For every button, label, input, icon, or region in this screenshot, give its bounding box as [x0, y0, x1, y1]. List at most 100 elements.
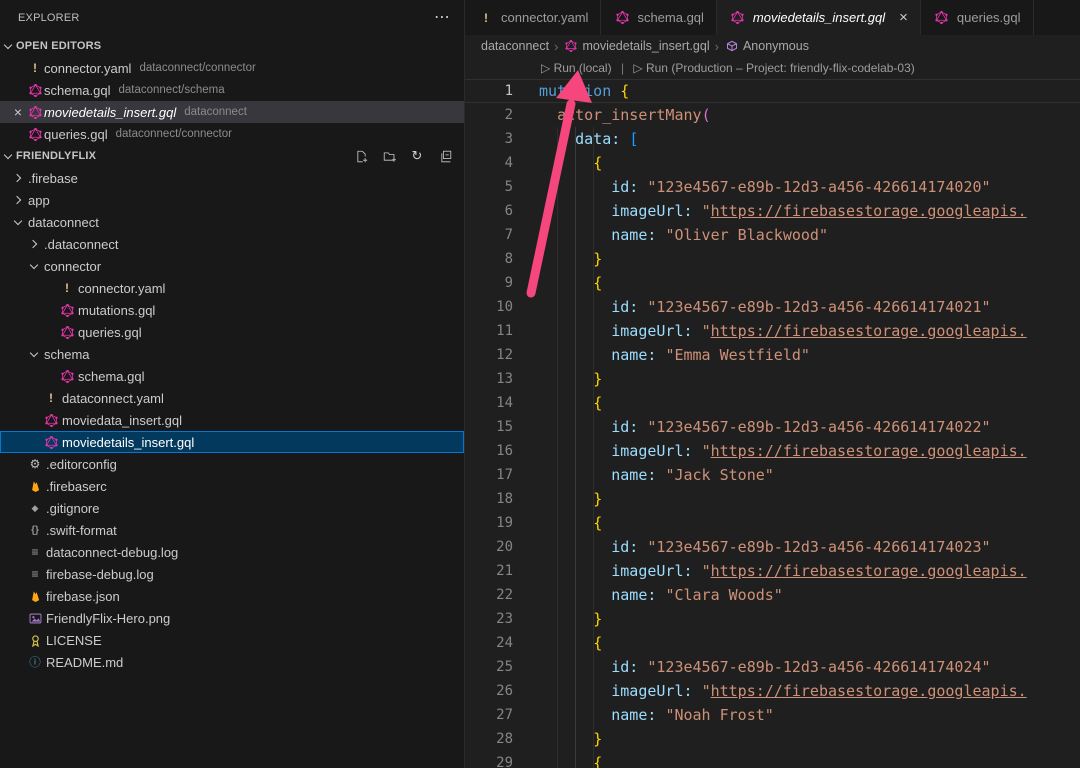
code-line[interactable]: 26 imageUrl: "https://firebasestorage.go…: [465, 679, 1080, 703]
tree-item-moviedata_insert.gql[interactable]: moviedata_insert.gql: [0, 409, 464, 431]
open-editor-item[interactable]: queries.gqldataconnect/connector: [0, 123, 464, 145]
code-line[interactable]: 6 imageUrl: "https://firebasestorage.goo…: [465, 199, 1080, 223]
tree-item-mutations.gql[interactable]: mutations.gql: [0, 299, 464, 321]
code-line[interactable]: 19 {: [465, 511, 1080, 535]
tree-item-label: firebase-debug.log: [46, 567, 154, 582]
code-line[interactable]: 24 {: [465, 631, 1080, 655]
tree-item-.swift-format[interactable]: {}.swift-format: [0, 519, 464, 541]
code-line[interactable]: 28 }: [465, 727, 1080, 751]
close-icon[interactable]: ×: [10, 105, 26, 119]
tree-item-label: app: [28, 193, 50, 208]
more-actions-icon[interactable]: ⋯: [434, 10, 450, 26]
tree-folder-dataconnect[interactable]: dataconnect: [0, 211, 464, 233]
code-line[interactable]: 17 name: "Jack Stone": [465, 463, 1080, 487]
code-line[interactable]: 20 id: "123e4567-e89b-12d3-a456-42661417…: [465, 535, 1080, 559]
code-line[interactable]: 22 name: "Clara Woods": [465, 583, 1080, 607]
code-line[interactable]: 14 {: [465, 391, 1080, 415]
open-editor-item[interactable]: ×moviedetails_insert.gqldataconnect: [0, 101, 464, 123]
tree-folder-.firebase[interactable]: .firebase: [0, 167, 464, 189]
tab-schema.gql[interactable]: schema.gql: [601, 0, 716, 35]
tree-item-dataconnect.yaml[interactable]: !dataconnect.yaml: [0, 387, 464, 409]
tree-item-firebase-debug.log[interactable]: ≡firebase-debug.log: [0, 563, 464, 585]
code-line[interactable]: 5 id: "123e4567-e89b-12d3-a456-426614174…: [465, 175, 1080, 199]
tree-item-LICENSE[interactable]: LICENSE: [0, 629, 464, 651]
run-local-link[interactable]: ▷ Run (local): [541, 61, 612, 75]
code-line[interactable]: 12 name: "Emma Westfield": [465, 343, 1080, 367]
code-line[interactable]: 15 id: "123e4567-e89b-12d3-a456-42661417…: [465, 415, 1080, 439]
tree-item-.firebaserc[interactable]: .firebaserc: [0, 475, 464, 497]
tree-folder-schema[interactable]: schema: [0, 343, 464, 365]
tree-item-README.md[interactable]: ⓘREADME.md: [0, 651, 464, 673]
line-number: 28: [465, 727, 539, 751]
tab-connector.yaml[interactable]: !connector.yaml: [465, 0, 601, 35]
refresh-explorer-button[interactable]: ↻: [408, 148, 426, 164]
tree-item-label: queries.gql: [78, 325, 142, 340]
code-line[interactable]: 16 imageUrl: "https://firebasestorage.go…: [465, 439, 1080, 463]
chevron-down-icon[interactable]: [26, 346, 42, 362]
tree-item-.editorconfig[interactable]: ⚙.editorconfig: [0, 453, 464, 475]
new-folder-button[interactable]: [380, 148, 398, 164]
code-editor[interactable]: ▷ Run (local) | ▷ Run (Production – Proj…: [465, 57, 1080, 768]
code-line[interactable]: 11 imageUrl: "https://firebasestorage.go…: [465, 319, 1080, 343]
tree-item-dataconnect-debug.log[interactable]: ≡dataconnect-debug.log: [0, 541, 464, 563]
code-text: }: [539, 367, 1080, 391]
firebase-icon: [26, 588, 44, 604]
chevron-down-icon[interactable]: [26, 258, 42, 274]
tree-item-FriendlyFlix-Hero.png[interactable]: FriendlyFlix-Hero.png: [0, 607, 464, 629]
tree-item-.gitignore[interactable]: ◆.gitignore: [0, 497, 464, 519]
tree-item-firebase.json[interactable]: firebase.json: [0, 585, 464, 607]
code-line[interactable]: 23 }: [465, 607, 1080, 631]
code-line[interactable]: 4 {: [465, 151, 1080, 175]
breadcrumb-item[interactable]: dataconnect: [481, 39, 549, 53]
workspace-section-header[interactable]: FRIENDLYFLIX ↻: [0, 145, 464, 167]
open-editors-section-header[interactable]: OPEN EDITORS: [0, 35, 464, 57]
tree-item-label: mutations.gql: [78, 303, 155, 318]
tab-queries.gql[interactable]: queries.gql: [921, 0, 1034, 35]
line-number: 7: [465, 223, 539, 247]
chevron-down-icon[interactable]: [10, 214, 26, 230]
line-number: 21: [465, 559, 539, 583]
code-line[interactable]: 9 {: [465, 271, 1080, 295]
line-number: 22: [465, 583, 539, 607]
tree-item-connector.yaml[interactable]: !connector.yaml: [0, 277, 464, 299]
open-editor-filename: queries.gql: [44, 127, 108, 142]
tree-folder-app[interactable]: app: [0, 189, 464, 211]
tree-item-moviedetails_insert.gql[interactable]: moviedetails_insert.gql: [0, 431, 464, 453]
code-line[interactable]: 29 {: [465, 751, 1080, 768]
chevron-right-icon[interactable]: [26, 236, 42, 252]
chevron-right-icon[interactable]: [10, 170, 26, 186]
graphql-icon: [729, 10, 747, 26]
tree-item-schema.gql[interactable]: schema.gql: [0, 365, 464, 387]
open-editor-item[interactable]: !connector.yamldataconnect/connector: [0, 57, 464, 79]
code-line[interactable]: 25 id: "123e4567-e89b-12d3-a456-42661417…: [465, 655, 1080, 679]
tab-moviedetails_insert.gql[interactable]: moviedetails_insert.gql×: [717, 0, 921, 35]
code-line[interactable]: 1mutation {: [465, 79, 1080, 103]
breadcrumb-item[interactable]: moviedetails_insert.gql: [582, 39, 709, 53]
code-line[interactable]: 2 actor_insertMany(: [465, 103, 1080, 127]
code-line[interactable]: 18 }: [465, 487, 1080, 511]
new-file-button[interactable]: [352, 148, 370, 164]
code-line[interactable]: 3 data: [: [465, 127, 1080, 151]
graphql-icon: [42, 412, 60, 428]
code-line[interactable]: 10 id: "123e4567-e89b-12d3-a456-42661417…: [465, 295, 1080, 319]
code-line[interactable]: 7 name: "Oliver Blackwood": [465, 223, 1080, 247]
code-line[interactable]: 21 imageUrl: "https://firebasestorage.go…: [465, 559, 1080, 583]
close-icon[interactable]: ×: [899, 10, 908, 25]
tree-item-queries.gql[interactable]: queries.gql: [0, 321, 464, 343]
collapse-folders-button[interactable]: [436, 148, 454, 164]
graphql-icon: [58, 302, 76, 318]
run-production-link[interactable]: ▷ Run (Production – Project: friendly-fl…: [633, 61, 914, 75]
chevron-right-icon[interactable]: [10, 192, 26, 208]
tree-folder-.dataconnect[interactable]: .dataconnect: [0, 233, 464, 255]
tree-folder-connector[interactable]: connector: [0, 255, 464, 277]
code-line[interactable]: 27 name: "Noah Frost": [465, 703, 1080, 727]
yaml-warning-icon: !: [58, 280, 76, 296]
open-editor-item[interactable]: schema.gqldataconnect/schema: [0, 79, 464, 101]
graphql-icon: [58, 368, 76, 384]
open-editor-path: dataconnect/connector: [139, 62, 255, 74]
code-line[interactable]: 8 }: [465, 247, 1080, 271]
open-editor-path: dataconnect: [184, 106, 247, 118]
code-text: actor_insertMany(: [539, 103, 1080, 127]
breadcrumb-item[interactable]: Anonymous: [743, 39, 809, 53]
code-line[interactable]: 13 }: [465, 367, 1080, 391]
